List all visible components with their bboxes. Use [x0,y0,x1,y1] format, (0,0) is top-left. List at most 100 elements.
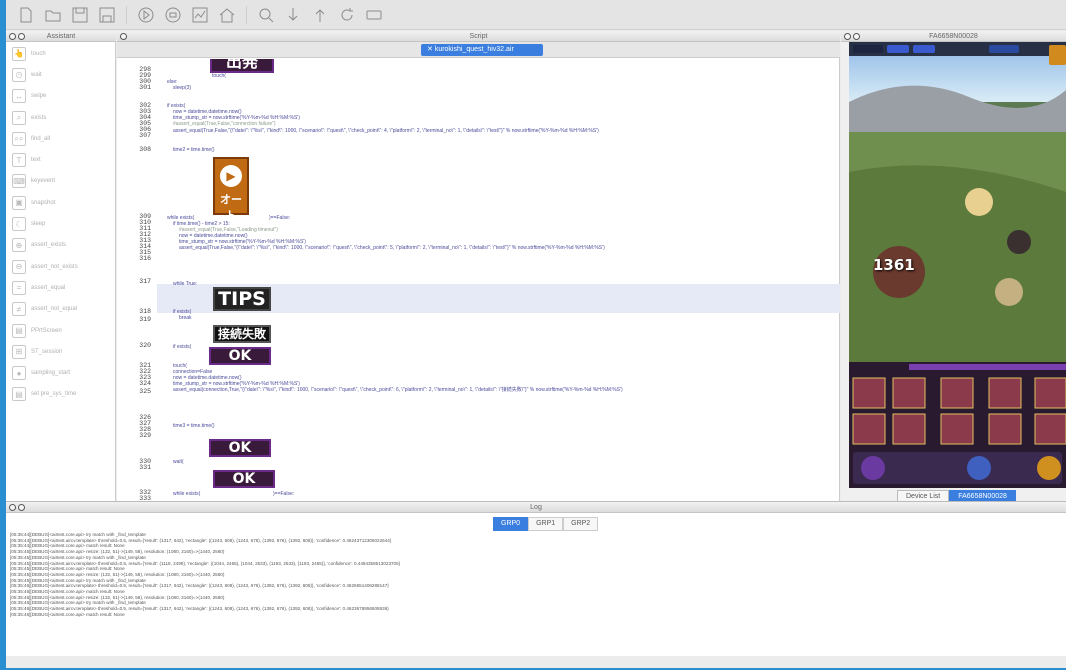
assistant-item[interactable]: ⊕ assert_exists [6,235,116,256]
template-image-ok-2: OK [209,439,271,457]
script-tab[interactable]: ✕ kurokishi_quest_hiv32.air [421,44,543,56]
assistant-item[interactable]: ≠ assert_not_equal [6,299,116,320]
template-image-connection-fail: 接続失敗 [213,325,271,343]
app-window: Assistant 👆 touch ◷ wait ↔ swipe ⌕ exists ⌕⌕ find… [6,0,1066,668]
toolbar-separator [126,5,127,24]
screen-icon[interactable] [364,5,384,25]
assistant-list: 👆 touch ◷ wait ↔ swipe ⌕ exists ⌕⌕ find_all Ttext ⌨… [6,43,116,405]
up-icon[interactable] [310,5,330,25]
assistant-item[interactable]: ⌕⌕ find_all [6,128,116,149]
assistant-header: Assistant [6,31,116,42]
assistant-title: Assistant [46,33,76,40]
line-number: 331 [139,464,151,471]
line-number: 324 [139,380,151,387]
assistant-item[interactable]: ▣ snapshot [6,192,116,213]
template-auto-label: オート [220,193,242,222]
device-screen[interactable]: 1361 [849,42,1066,488]
code-editor[interactable]: 298 299 300 301 302 303 304 305 306 307 308 309 310 3… [117,59,840,501]
assistant-item-icon: ⌨ [12,174,26,189]
run-icon[interactable] [136,5,156,25]
new-file-icon[interactable] [16,5,36,25]
assistant-item[interactable]: ● sampling_start [6,362,116,383]
assistant-item-icon: ▤ [12,387,26,402]
line-number: 320 [139,342,151,349]
line-number: 325 [139,388,151,395]
tab-grp1[interactable]: GRP1 [528,517,564,531]
assistant-item-label: touch [31,50,46,57]
code-line: time3 = time.time() [173,423,215,429]
assistant-item[interactable]: Ttext [6,149,116,170]
close-panel-button[interactable] [120,33,127,40]
line-number: 317 [139,278,151,285]
assistant-item-icon: ☾ [12,217,26,232]
assistant-item-label: assert_not_exists [31,263,78,270]
close-panel-button[interactable] [9,504,16,511]
script-title: Script [469,33,488,40]
open-folder-icon[interactable] [43,5,63,25]
assistant-item[interactable]: ▤ set pre_sys_time [6,384,116,405]
close-panel-button[interactable] [9,33,16,40]
report-icon[interactable] [190,5,210,25]
damage-number: 1361 [873,256,915,274]
float-panel-button[interactable] [18,504,25,511]
line-number: 308 [139,146,151,153]
code-line: break [179,315,192,321]
assistant-panel: Assistant 👆 touch ◷ wait ↔ swipe ⌕ exists ⌕⌕ find… [6,31,116,501]
tab-grp2[interactable]: GRP2 [563,517,599,531]
assistant-item-icon: ↔ [12,89,26,104]
assistant-item[interactable]: ⌕ exists [6,107,116,128]
search-icon[interactable] [256,5,276,25]
step-icon[interactable] [283,5,303,25]
code-line: while exists( [173,491,201,497]
assistant-item[interactable]: = assert_equal [6,277,116,298]
assistant-item-icon: ▤ [12,323,26,338]
float-panel-button[interactable] [18,33,25,40]
assistant-item-icon: ≠ [12,302,26,317]
line-number: 316 [139,255,151,262]
assistant-item[interactable]: 👆 touch [6,43,116,64]
template-image-tips: TIPS [213,287,271,311]
code-line: while True: [173,281,198,287]
code-line: wait( [173,459,184,465]
assistant-item-label: sampling_start [31,370,71,377]
script-header: Script [117,31,840,42]
assistant-item-icon: ⊞ [12,344,26,359]
log-header: Log [6,502,1066,513]
assistant-item-icon: T [12,153,26,168]
home-icon[interactable] [217,5,237,25]
assistant-item[interactable]: ◷ wait [6,64,116,85]
assistant-item-icon: ⊖ [12,259,26,274]
close-panel-button[interactable] [844,33,851,40]
assistant-item[interactable]: ↔ swipe [6,86,116,107]
template-image-depart: 出発 [210,59,274,73]
assistant-item[interactable]: ▤ PPrtScreen [6,320,116,341]
device-title: FA6658N00028 [929,33,978,40]
play-icon: ▶ [220,165,242,187]
assistant-item-label: snapshot [31,199,56,206]
float-panel-button[interactable] [853,33,860,40]
stop-icon[interactable] [163,5,183,25]
code-line: )==False: [269,215,291,221]
tab-grp0[interactable]: GRP0 [493,517,529,531]
assistant-item-icon: ▣ [12,195,26,210]
save-icon[interactable] [70,5,90,25]
template-image-ok: OK [209,347,271,365]
code-line: assert_equal(True,False,"{\"date\": \"%s… [173,128,599,134]
assistant-item-icon: ◷ [12,67,26,82]
log-title: Log [530,504,542,511]
assistant-item[interactable]: ☾ sleep [6,213,116,234]
code-line: )==False: [273,491,295,497]
assistant-item-label: assert_exists [31,242,67,249]
script-tab-label: kurokishi_quest_hiv32.air [434,46,514,53]
template-image-ok-3: OK [213,470,275,488]
script-tab-bar: ✕ kurokishi_quest_hiv32.air [117,42,840,58]
assistant-item[interactable]: ⊞ ST_session [6,341,116,362]
refresh-icon[interactable] [337,5,357,25]
assistant-item-label: swipe [31,93,47,100]
assistant-item-label: ST_session [31,348,63,355]
assistant-item[interactable]: ⊖ assert_not_exists [6,256,116,277]
assistant-item[interactable]: ⌨ keyevent [6,171,116,192]
toolbar [6,0,1066,30]
save-as-icon[interactable] [97,5,117,25]
code-line: assert_equal(True,False,"{\"date\": \"%s… [179,245,605,251]
